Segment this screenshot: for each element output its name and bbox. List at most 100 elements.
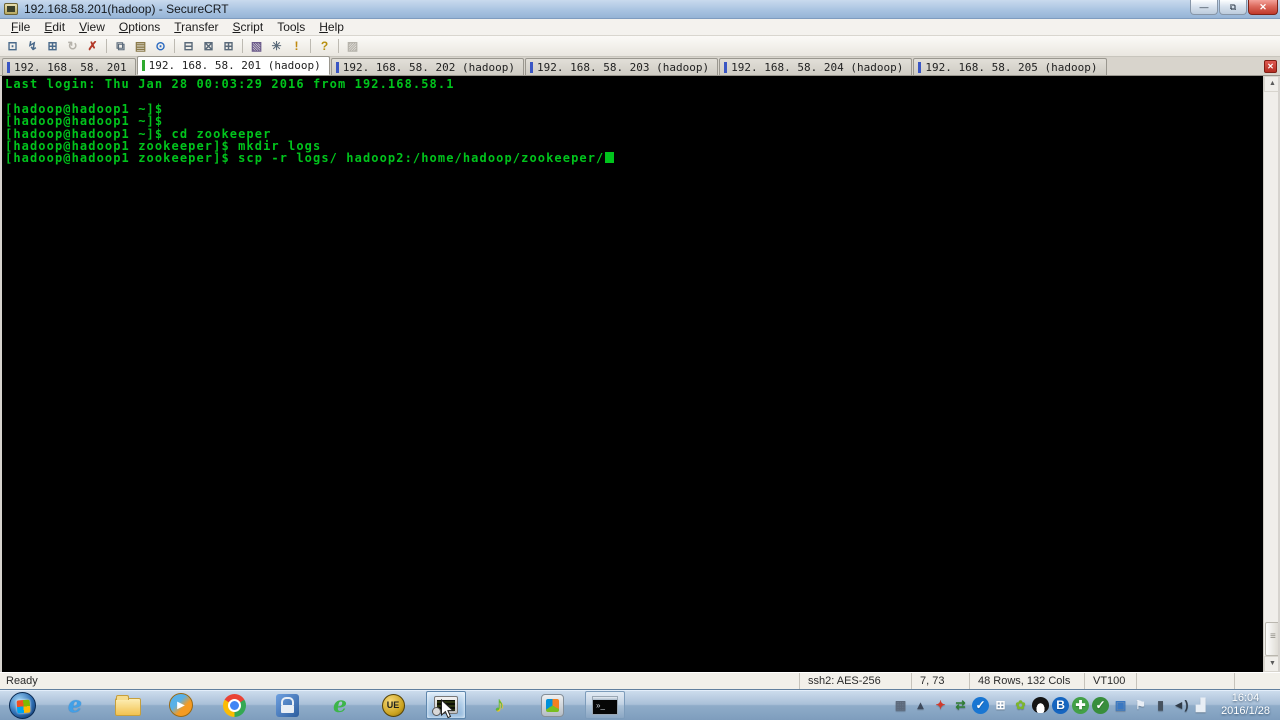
tab-label: 192. 168. 58. 202 (hadoop) [342, 60, 515, 74]
copy-icon[interactable]: ⧉ [111, 37, 130, 55]
terminal-line: [hadoop@hadoop1 zookeeper]$ scp -r logs/… [5, 152, 1278, 165]
app-icon [592, 695, 618, 715]
taskbar-item-cmd[interactable] [585, 691, 625, 719]
network-display-icon[interactable]: ▣ [1112, 697, 1129, 714]
scrollbar-thumb[interactable] [1265, 622, 1278, 656]
menu-options[interactable]: Options [112, 20, 167, 34]
session-tab-bar: 192. 168. 58. 201 192. 168. 58. 201 (hado… [0, 56, 1280, 76]
status-cursor-position: 7, 73 [911, 673, 969, 689]
connect-icon[interactable]: ⊡ [3, 37, 22, 55]
menu-bar: File Edit View Options Transfer Script Tools He… [0, 19, 1280, 36]
taskbar-item-360-browser[interactable]: e [320, 691, 360, 719]
taskbar-clock[interactable]: 16:04 2016/1/28 [1215, 692, 1276, 718]
app-icon [115, 694, 141, 716]
show-hidden-icons-button[interactable]: ▴ [912, 697, 929, 714]
app-icon: ♪ [493, 693, 505, 716]
menu-help[interactable]: Help [312, 20, 351, 34]
app-icon [275, 693, 299, 717]
bluetooth-icon[interactable]: B [1052, 696, 1070, 714]
green-swirl-icon[interactable]: ✿ [1012, 697, 1029, 714]
windows-update-icon[interactable]: ⊞ [992, 697, 1009, 714]
tab-label: 192. 168. 58. 201 [14, 60, 127, 74]
tab-192-168-58-201-hadoop[interactable]: 192. 168. 58. 201 (hadoop) [136, 56, 330, 75]
qq-icon[interactable] [1032, 697, 1050, 713]
restore-button[interactable]: ⧉ [1219, 0, 1247, 15]
title-bar[interactable]: 192.168.58.201(hadoop) - SecureCRT — ⧉ ✕ [0, 0, 1280, 19]
auto-print-icon[interactable]: ⊠ [199, 37, 218, 55]
scroll-down-button[interactable]: ▼ [1264, 656, 1278, 672]
scrollbar-track[interactable] [1264, 92, 1278, 656]
taskbar-item-securecrt[interactable] [426, 691, 466, 719]
taskbar-item-vmware[interactable] [532, 691, 572, 719]
minimize-button[interactable]: — [1190, 0, 1218, 15]
terminal-scrollbar[interactable]: ▲ ▼ [1263, 76, 1278, 672]
tab-pane-close-button[interactable]: ✕ [1264, 60, 1277, 73]
tab-label: 192. 168. 58. 201 (hadoop) [148, 59, 321, 72]
app-icon [540, 693, 564, 717]
menu-view[interactable]: View [72, 20, 112, 34]
properties-icon[interactable]: ▧ [247, 37, 266, 55]
session-options-icon[interactable]: ✳ [267, 37, 286, 55]
quick-connect-icon[interactable]: ↯ [23, 37, 42, 55]
app-icon: e [333, 692, 347, 718]
taskbar-item-windows-explorer[interactable] [108, 691, 148, 719]
tab-192-168-58-204-hadoop[interactable]: 192. 168. 58. 204 (hadoop) [719, 58, 913, 75]
close-button[interactable]: ✕ [1248, 0, 1278, 15]
app-icon [222, 693, 246, 717]
tab-192-168-58-202-hadoop[interactable]: 192. 168. 58. 202 (hadoop) [330, 58, 524, 75]
taskbar-item-internet-explorer[interactable]: e [55, 691, 95, 719]
print-setup-icon[interactable]: ⊞ [219, 37, 238, 55]
window-title: 192.168.58.201(hadoop) - SecureCRT [24, 2, 229, 16]
find-icon[interactable]: ⊙ [151, 37, 170, 55]
terminal-output: Last login: Thu Jan 28 00:03:29 2016 fro… [2, 76, 1278, 165]
input-method-icon[interactable]: ▦ [892, 697, 909, 714]
print-icon[interactable]: ⊟ [179, 37, 198, 55]
reconnect-icon: ↻ [67, 39, 78, 53]
network-signal-icon[interactable]: ▟ [1192, 697, 1209, 714]
tab-192-168-58-201[interactable]: 192. 168. 58. 201 [2, 58, 136, 75]
toolbar-separator [307, 38, 314, 54]
connect-in-tab-icon[interactable]: ⊞ [43, 37, 62, 55]
antivirus-shield-icon[interactable]: ✓ [1092, 696, 1110, 714]
status-bar: Ready ssh2: AES-256 7, 73 48 Rows, 132 Col… [0, 672, 1280, 689]
app-icon: ▶ [169, 693, 193, 717]
sync-monitor-icon[interactable]: ⇄ [952, 697, 969, 714]
tab-label: 192. 168. 58. 204 (hadoop) [731, 60, 904, 74]
taskbar-item-ultraedit[interactable] [373, 691, 413, 719]
volume-icon[interactable]: ◄) [1172, 697, 1189, 714]
taskbar-item-file-lock-tool[interactable] [267, 691, 307, 719]
menu-transfer[interactable]: Transfer [167, 20, 225, 34]
action-center-flag-icon[interactable]: ⚑ [1132, 697, 1149, 714]
toolbar-separator [335, 38, 342, 54]
scroll-up-button[interactable]: ▲ [1264, 76, 1278, 92]
app-icon [8, 691, 36, 719]
paste-icon[interactable]: ▤ [131, 37, 150, 55]
exclamation-icon[interactable]: ! [287, 37, 306, 55]
clock-date: 2016/1/28 [1221, 705, 1270, 717]
thunder-icon[interactable]: ✦ [932, 697, 949, 714]
toolbar-separator [103, 38, 110, 54]
taskbar-item-chrome[interactable] [214, 691, 254, 719]
power-plug-icon[interactable]: ▮ [1152, 697, 1169, 714]
start-button[interactable] [2, 691, 42, 719]
tab-192-168-58-205-hadoop[interactable]: 192. 168. 58. 205 (hadoop) [913, 58, 1107, 75]
screen: 192.168.58.201(hadoop) - SecureCRT — ⧉ ✕ F… [0, 0, 1280, 720]
menu-tools[interactable]: Tools [270, 20, 312, 34]
terminal[interactable]: Last login: Thu Jan 28 00:03:29 2016 fro… [0, 76, 1280, 672]
antivirus-plus-icon[interactable]: ✚ [1072, 696, 1090, 714]
disconnect-icon[interactable]: ✗ [83, 37, 102, 55]
taskbar-item-media-player[interactable]: ▶ [161, 691, 201, 719]
tab-label: 192. 168. 58. 203 (hadoop) [536, 60, 710, 74]
status-encryption: ssh2: AES-256 [799, 673, 911, 689]
help-icon[interactable]: ? [315, 37, 334, 55]
taskbar-item-qq-music[interactable]: ♪ [479, 691, 519, 719]
menu-file[interactable]: File [4, 20, 37, 34]
toolbar: ⊡ ↯ ⊞ ↻ ✗ ⧉ ▤ ⊙ ⊟ ⊠ ⊞ ▧ ✳!? ▨ [0, 36, 1280, 57]
app-icon: e [68, 692, 82, 718]
menu-script[interactable]: Script [226, 20, 271, 34]
tab-192-168-58-203-hadoop[interactable]: 192. 168. 58. 203 (hadoop) [524, 58, 719, 75]
menu-edit[interactable]: Edit [37, 20, 72, 34]
security-vpn-icon[interactable]: ✓ [972, 696, 990, 714]
tab-label: 192. 168. 58. 205 (hadoop) [925, 60, 1098, 74]
